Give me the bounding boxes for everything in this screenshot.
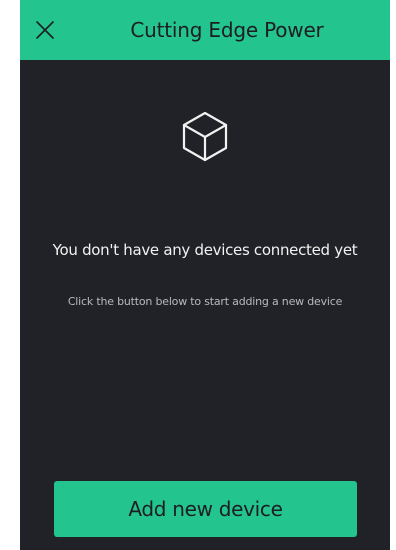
app-screen: Cutting Edge Power You don't have any de… <box>20 0 390 550</box>
close-button[interactable] <box>32 17 58 43</box>
cube-icon <box>182 111 228 162</box>
page-title: Cutting Edge Power <box>130 18 324 42</box>
empty-state-title: You don't have any devices connected yet <box>52 241 358 259</box>
close-icon <box>36 21 54 39</box>
header-bar: Cutting Edge Power <box>20 0 390 60</box>
add-new-device-button[interactable]: Add new device <box>54 481 357 537</box>
empty-state-subtitle: Click the button below to start adding a… <box>67 295 343 308</box>
